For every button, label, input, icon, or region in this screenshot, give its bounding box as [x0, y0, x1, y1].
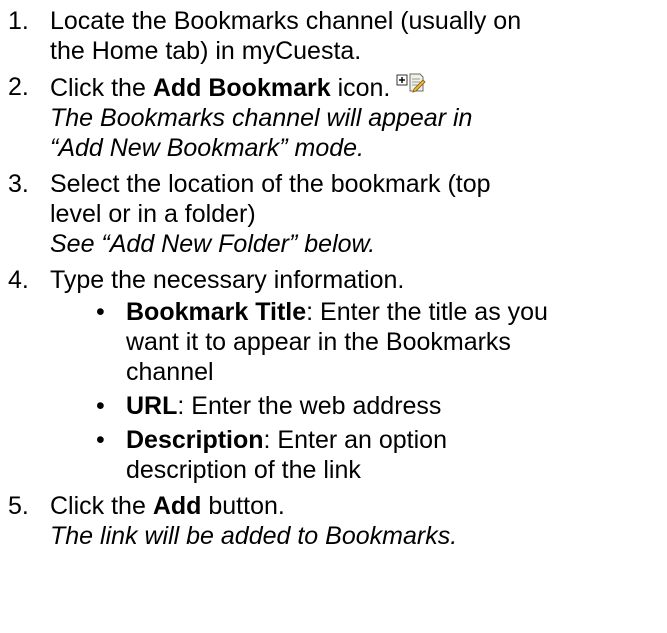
field-text: Description: Enter an option [126, 425, 667, 455]
bullet: • [96, 426, 105, 454]
add-bookmark-icon [396, 72, 426, 93]
step-text: Select the location of the bookmark (top [50, 170, 491, 198]
step-text: Locate the Bookmarks channel (usually on [50, 7, 522, 35]
step-note: “Add New Bookmark” mode. [50, 134, 365, 162]
field-desc: want it to appear in the Bookmarks [126, 328, 511, 356]
step-1: 1. Locate the Bookmarks channel (usually… [0, 6, 667, 66]
step-text: Type the necessary information. [50, 266, 405, 294]
instructions-list: 1. Locate the Bookmarks channel (usually… [0, 6, 667, 557]
step-number: 5. [8, 492, 29, 520]
step-text: Click the Add Bookmark icon. [50, 72, 667, 103]
field-item-url: • URL: Enter the web address [50, 391, 667, 421]
field-text: Bookmark Title: Enter the title as you [126, 297, 667, 327]
step-text-bold: Add Bookmark [152, 74, 331, 102]
step-text: level or in a folder) [50, 200, 256, 228]
field-name: Description [126, 426, 264, 454]
field-desc: channel [126, 358, 214, 386]
step-number: 3. [8, 170, 29, 198]
field-text: URL: Enter the web address [126, 391, 667, 421]
step-note: See “Add New Folder” below. [50, 230, 376, 258]
step-note: The link will be added to Bookmarks. [50, 522, 458, 550]
step-3: 3. Select the location of the bookmark (… [0, 169, 667, 259]
step-number: 2. [8, 73, 29, 101]
step-text-bold: Add [152, 492, 202, 520]
step-text: Click the Add button. [50, 491, 667, 521]
bullet: • [96, 298, 105, 326]
step-4: 4. Type the necessary information. • Boo… [0, 265, 667, 485]
field-desc: description of the link [126, 456, 361, 484]
field-desc: : Enter the web address [177, 392, 442, 420]
field-name: URL [126, 392, 178, 420]
step-5: 5. Click the Add button. The link will b… [0, 491, 667, 551]
field-list: • Bookmark Title: Enter the title as you… [50, 297, 667, 485]
field-item-bookmark-title: • Bookmark Title: Enter the title as you… [50, 297, 667, 387]
step-text-pre: Click the [50, 492, 153, 520]
step-2: 2. Click the Add Bookmark icon. The Book… [0, 72, 667, 163]
field-desc: : Enter an option [263, 426, 447, 454]
step-note: The Bookmarks channel will appear in [50, 104, 473, 132]
field-desc: : Enter the title as you [306, 298, 548, 326]
step-text-post: icon. [330, 74, 391, 102]
bullet: • [96, 392, 105, 420]
step-text-pre: Click the [50, 74, 153, 102]
field-item-description: • Description: Enter an option descripti… [50, 425, 667, 485]
field-name: Bookmark Title [126, 298, 307, 326]
step-number: 4. [8, 266, 29, 294]
step-text: the Home tab) in myCuesta. [50, 37, 362, 65]
step-number: 1. [8, 7, 29, 35]
step-text-post: button. [201, 492, 285, 520]
